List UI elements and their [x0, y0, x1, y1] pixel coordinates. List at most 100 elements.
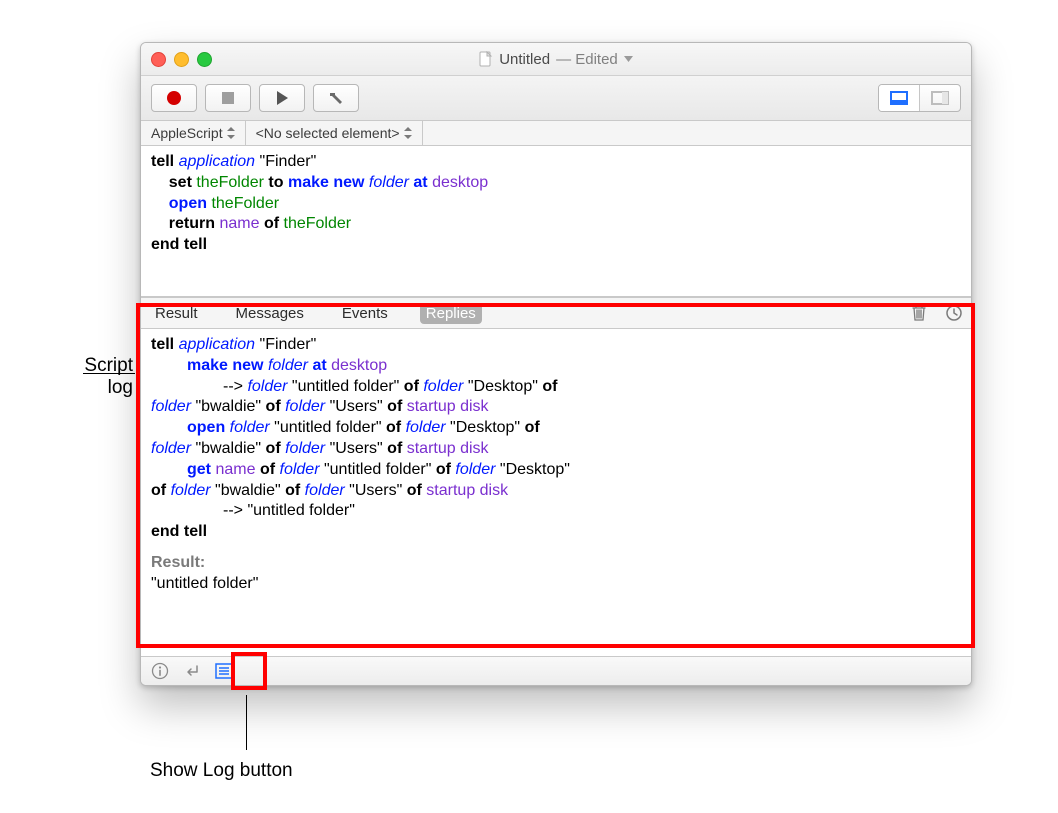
- str-untitled: "untitled folder": [320, 461, 436, 478]
- kw-of: of: [525, 419, 540, 436]
- close-window-button[interactable]: [151, 52, 166, 67]
- record-button[interactable]: [151, 84, 197, 112]
- stop-button[interactable]: [205, 84, 251, 112]
- compile-button[interactable]: [313, 84, 359, 112]
- result-label: Result:: [151, 554, 205, 571]
- cls-application: application: [179, 153, 256, 170]
- kw-to: to: [268, 174, 283, 191]
- kw-of: of: [387, 398, 402, 415]
- cmd-make: make: [187, 357, 228, 374]
- language-label: AppleScript: [151, 125, 223, 141]
- prop-desktop: desktop: [432, 174, 488, 191]
- kw-set: set: [169, 174, 192, 191]
- cmd-get: get: [187, 461, 211, 478]
- cls-folder: folder: [406, 419, 446, 436]
- str-users: "Users": [345, 482, 407, 499]
- var-theFolder: theFolder: [211, 195, 279, 212]
- kw-return: return: [169, 215, 215, 232]
- run-button[interactable]: [259, 84, 305, 112]
- trash-icon: [911, 304, 927, 322]
- zoom-window-button[interactable]: [197, 52, 212, 67]
- kw-of: of: [285, 482, 300, 499]
- str-untitled: "untitled folder": [287, 378, 403, 395]
- cls-folder: folder: [151, 398, 191, 415]
- description-button[interactable]: [151, 662, 169, 680]
- kw-of: of: [404, 378, 419, 395]
- cls-folder: folder: [285, 398, 325, 415]
- traffic-lights: [151, 52, 212, 67]
- title-dropdown-icon: [624, 56, 633, 62]
- cls-application: application: [179, 336, 256, 353]
- prop-startup: startup disk: [407, 440, 489, 457]
- log-history-button[interactable]: [945, 304, 963, 322]
- param-new: new: [232, 357, 263, 374]
- callout-script-log: Script log: [0, 355, 133, 399]
- info-icon: [151, 662, 169, 680]
- var-theFolder: theFolder: [196, 174, 264, 191]
- window-title: Untitled — Edited: [141, 51, 971, 68]
- navigation-bar: AppleScript <No selected element>: [141, 121, 971, 146]
- view-assistant-button[interactable]: [919, 85, 960, 111]
- str-users: "Users": [325, 398, 387, 415]
- view-standard-button[interactable]: [879, 85, 919, 111]
- str-bwaldie: "bwaldie": [211, 482, 286, 499]
- str-desktop: "Desktop": [495, 461, 570, 478]
- prop-startup: startup disk: [407, 398, 489, 415]
- str-bwaldie: "bwaldie": [191, 440, 266, 457]
- source-editor[interactable]: tell application "Finder" set theFolder …: [141, 146, 971, 297]
- language-selector[interactable]: AppleScript: [141, 121, 246, 145]
- log-pane[interactable]: tell application "Finder" make new folde…: [141, 329, 971, 656]
- prop-desktop: desktop: [331, 357, 387, 374]
- cls-folder: folder: [285, 440, 325, 457]
- param-at: at: [413, 174, 427, 191]
- kw-of: of: [266, 440, 281, 457]
- kw-of: of: [542, 378, 557, 395]
- kw-of: of: [260, 461, 275, 478]
- kw-of: of: [407, 482, 422, 499]
- element-label: <No selected element>: [256, 125, 400, 141]
- kw-of: of: [386, 419, 401, 436]
- hammer-icon: [327, 90, 345, 106]
- document-state: — Edited: [556, 51, 618, 68]
- str-users: "Users": [325, 440, 387, 457]
- element-selector[interactable]: <No selected element>: [246, 121, 423, 145]
- accessory-view-button[interactable]: [183, 663, 201, 679]
- tab-messages[interactable]: Messages: [230, 303, 310, 324]
- var-theFolder: theFolder: [284, 215, 352, 232]
- cls-folder: folder: [280, 461, 320, 478]
- kw-of: of: [151, 482, 166, 499]
- titlebar: Untitled — Edited: [141, 43, 971, 76]
- str-bwaldie: "bwaldie": [191, 398, 266, 415]
- cmd-open: open: [187, 419, 225, 436]
- clear-log-button[interactable]: [911, 304, 927, 322]
- prop-name: name: [219, 215, 259, 232]
- show-log-button[interactable]: [215, 663, 233, 679]
- minimize-window-button[interactable]: [174, 52, 189, 67]
- return-icon: [183, 663, 201, 679]
- tab-events[interactable]: Events: [336, 303, 394, 324]
- document-title: Untitled: [499, 51, 550, 68]
- prop-name: name: [215, 461, 255, 478]
- cls-folder: folder: [423, 378, 463, 395]
- callout-show-log: Show Log button: [150, 760, 293, 782]
- str-untitled: "untitled folder": [270, 419, 386, 436]
- view-mode-segmented: [878, 84, 961, 112]
- cmd-open: open: [169, 195, 207, 212]
- str-desktop: "Desktop": [446, 419, 525, 436]
- log-icon: [215, 663, 233, 679]
- tab-replies[interactable]: Replies: [420, 303, 482, 324]
- status-bar: [141, 656, 971, 685]
- reply-arrow: -->: [223, 378, 247, 395]
- callout-script-log-line2: log: [108, 377, 133, 398]
- tab-result[interactable]: Result: [149, 303, 204, 324]
- kw-tell: tell: [151, 336, 174, 353]
- cls-folder: folder: [151, 440, 191, 457]
- toolbar: [141, 76, 971, 121]
- callout-line-script-log: [83, 373, 135, 374]
- log-tabs: Result Messages Events Replies: [141, 297, 971, 329]
- kw-of: of: [387, 440, 402, 457]
- str-desktop: "Desktop": [463, 378, 542, 395]
- cls-folder: folder: [268, 357, 308, 374]
- kw-endtell: end tell: [151, 236, 207, 253]
- updown-icon: [404, 127, 412, 139]
